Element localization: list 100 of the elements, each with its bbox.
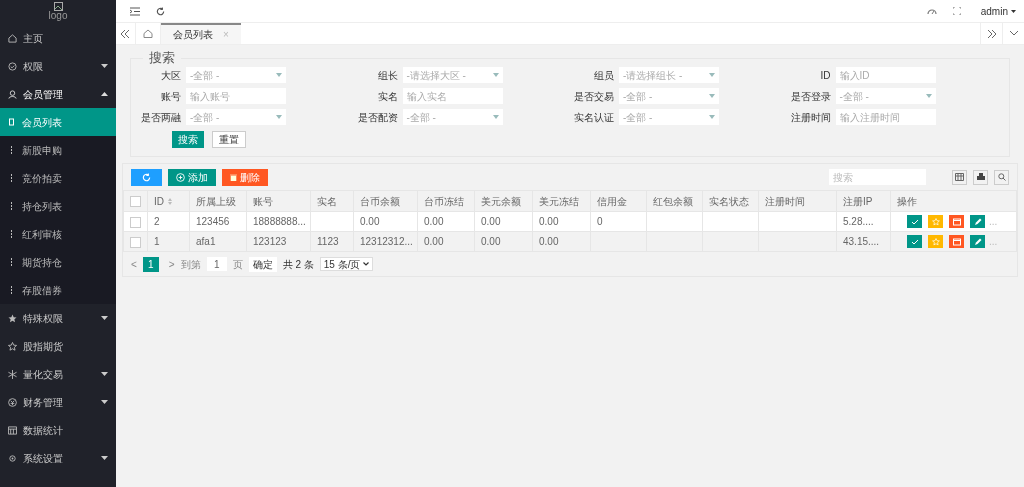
field-label: 账号 bbox=[160, 89, 181, 104]
sidebar-item[interactable]: 会员管理 bbox=[0, 80, 116, 108]
caret-icon bbox=[709, 94, 715, 98]
sidebar-subitem[interactable]: 红利审核 bbox=[0, 220, 116, 248]
dropdown-icon[interactable] bbox=[1009, 31, 1018, 36]
sidebar-item[interactable]: 股指期货 bbox=[0, 332, 116, 360]
column-header: 实名 bbox=[317, 194, 337, 209]
field-label: 组长 bbox=[376, 68, 398, 83]
check-button[interactable] bbox=[907, 235, 922, 248]
field-label: 是否交易 bbox=[573, 89, 614, 104]
checkbox[interactable] bbox=[130, 216, 141, 228]
table-cell: 0.00 bbox=[481, 236, 501, 247]
table-cell: 12312312... bbox=[360, 236, 413, 247]
star-button[interactable] bbox=[928, 215, 943, 228]
column-header: 台币余额 bbox=[360, 194, 400, 209]
field-label: 是否两融 bbox=[140, 110, 181, 125]
check-button[interactable] bbox=[907, 215, 922, 228]
field-label: 实名认证 bbox=[573, 110, 614, 125]
refresh-icon bbox=[142, 172, 151, 182]
sidebar-item[interactable]: 权限 bbox=[0, 52, 116, 80]
theme-icon[interactable] bbox=[926, 6, 937, 16]
field-label: 大区 bbox=[160, 68, 181, 83]
page-size-select[interactable]: 15 条/页 bbox=[319, 257, 373, 271]
caret-icon[interactable] bbox=[1011, 9, 1016, 13]
table-cell: 5.28.... bbox=[843, 216, 874, 227]
search-field[interactable]: 搜索 bbox=[829, 169, 926, 185]
add-button[interactable]: 添加 bbox=[168, 168, 216, 186]
sidebar-subitem[interactable]: 存股借券 bbox=[0, 276, 116, 304]
table-cell: 0.00 bbox=[481, 216, 501, 227]
home-icon[interactable] bbox=[143, 29, 153, 38]
user-menu[interactable]: admin bbox=[980, 3, 1008, 19]
search-icon bbox=[997, 173, 1006, 181]
table-cell: afa1 bbox=[196, 236, 216, 247]
sidebar-item[interactable]: 系统设置 bbox=[0, 444, 116, 472]
window-button[interactable] bbox=[949, 215, 964, 228]
sidebar-subitem[interactable]: 竞价拍卖 bbox=[0, 164, 116, 192]
sidebar-item[interactable]: 特殊权限 bbox=[0, 304, 116, 332]
table-cell: 2 bbox=[154, 216, 160, 227]
menu-icon[interactable] bbox=[130, 6, 140, 16]
search-button[interactable]: 搜索 bbox=[172, 131, 204, 148]
edit-button[interactable] bbox=[970, 235, 985, 248]
caret-icon bbox=[709, 115, 715, 119]
refresh-button[interactable] bbox=[131, 168, 162, 186]
home-icon bbox=[8, 33, 17, 43]
sidebar-subitem[interactable]: 会员列表 bbox=[0, 108, 116, 136]
sidebar-subitem[interactable]: 新股申购 bbox=[0, 136, 116, 164]
page-button[interactable]: 1 bbox=[142, 256, 159, 272]
user-icon bbox=[8, 89, 17, 99]
caret-icon bbox=[709, 73, 715, 77]
star-button[interactable] bbox=[928, 235, 943, 248]
sidebar-subitem[interactable]: 持仓列表 bbox=[0, 192, 116, 220]
shield-icon bbox=[8, 61, 17, 71]
grid-icon bbox=[8, 425, 17, 435]
checkbox[interactable] bbox=[130, 236, 141, 248]
caret-icon bbox=[276, 73, 282, 77]
window-icon bbox=[952, 217, 961, 226]
sidebar-item[interactable]: 量化交易 bbox=[0, 360, 116, 388]
print-button[interactable] bbox=[973, 169, 988, 185]
field-label: 是否配资 bbox=[356, 110, 398, 125]
table-cell: 18888888... bbox=[253, 216, 306, 227]
field-label: 实名 bbox=[376, 89, 398, 104]
table-cell: 0 bbox=[597, 216, 603, 227]
column-header: 信用金 bbox=[597, 194, 627, 209]
column-header: 所属上级 bbox=[196, 194, 236, 209]
input-field[interactable]: 输入账号 bbox=[186, 88, 286, 104]
caret-icon bbox=[276, 115, 282, 119]
column-header: 台币冻结 bbox=[424, 194, 464, 209]
window-button[interactable] bbox=[949, 235, 964, 248]
page-input[interactable]: 1 bbox=[206, 257, 227, 271]
print-icon bbox=[976, 173, 985, 181]
field-label: 组员 bbox=[593, 68, 614, 83]
scroll-right-icon[interactable] bbox=[987, 29, 996, 38]
checkbox[interactable] bbox=[130, 196, 141, 208]
reset-button[interactable]: 重置 bbox=[212, 131, 246, 148]
caret-icon bbox=[492, 73, 499, 77]
input-field[interactable]: 输入ID bbox=[835, 67, 936, 83]
scroll-left-icon[interactable] bbox=[121, 29, 130, 38]
confirm-button[interactable]: 确定 bbox=[248, 256, 277, 272]
sidebar-item[interactable]: 主页 bbox=[0, 24, 116, 52]
input-field[interactable]: 输入实名 bbox=[402, 88, 503, 104]
fullscreen-icon[interactable] bbox=[952, 7, 961, 15]
edit-button[interactable] bbox=[970, 215, 985, 228]
search-button[interactable] bbox=[994, 169, 1009, 185]
dots-icon bbox=[9, 202, 14, 210]
plus-circle-icon bbox=[176, 172, 185, 182]
sidebar-subitem[interactable]: 期货持仓 bbox=[0, 248, 116, 276]
sidebar-item[interactable]: 数据统计 bbox=[0, 416, 116, 444]
dots-icon bbox=[9, 258, 14, 266]
tab[interactable]: 会员列表 × bbox=[161, 23, 241, 44]
field-label: 注册时间 bbox=[789, 110, 831, 125]
column-header: 账号 bbox=[253, 194, 273, 209]
column-header: 注册时间 bbox=[765, 194, 805, 209]
star-icon bbox=[931, 217, 940, 226]
logo-alt-text: logo bbox=[48, 11, 68, 21]
broken-image-icon bbox=[53, 2, 63, 11]
sidebar-item[interactable]: 财务管理 bbox=[0, 388, 116, 416]
input-field[interactable]: 输入注册时间 bbox=[835, 109, 936, 125]
total-count: 共 2 条 bbox=[282, 257, 314, 272]
refresh-icon[interactable] bbox=[156, 6, 165, 16]
columns-button[interactable] bbox=[952, 169, 967, 185]
